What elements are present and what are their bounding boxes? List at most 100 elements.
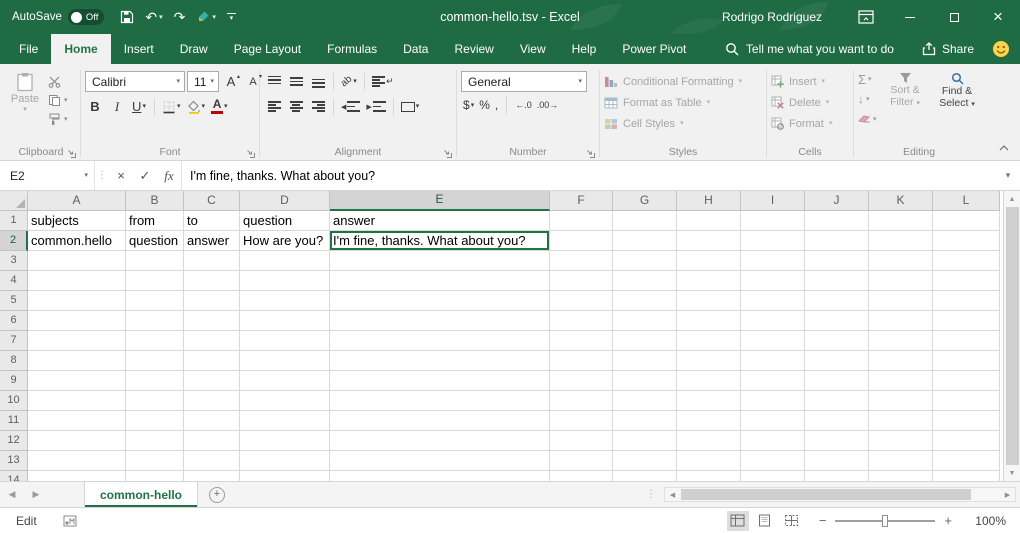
- number-dialog-launcher[interactable]: [586, 149, 595, 158]
- column-header-H[interactable]: H: [677, 191, 741, 211]
- tell-me-box[interactable]: Tell me what you want to do: [725, 42, 894, 56]
- paste-button[interactable]: Paste ▾: [6, 68, 44, 145]
- cell-L7[interactable]: [933, 331, 1000, 351]
- cell-D10[interactable]: [240, 391, 330, 411]
- cell-G14[interactable]: [613, 471, 677, 481]
- align-right-button[interactable]: [308, 96, 328, 117]
- save-button[interactable]: [120, 10, 134, 24]
- find-select-button[interactable]: Find & Select ▾: [934, 71, 981, 145]
- cell-J4[interactable]: [805, 271, 869, 291]
- cell-D12[interactable]: [240, 431, 330, 451]
- cell-C9[interactable]: [184, 371, 240, 391]
- cell-E10[interactable]: [330, 391, 550, 411]
- cell-G1[interactable]: [613, 211, 677, 231]
- cell-H2[interactable]: [677, 231, 741, 251]
- customize-qat-button[interactable]: ▾: [227, 13, 236, 22]
- name-box[interactable]: E2 ▾: [0, 161, 94, 190]
- cell-L4[interactable]: [933, 271, 1000, 291]
- cell-B13[interactable]: [126, 451, 184, 471]
- copy-dropdown-icon[interactable]: ▾: [64, 97, 68, 104]
- cell-A6[interactable]: [28, 311, 126, 331]
- tab-file[interactable]: File: [6, 34, 51, 64]
- cell-K10[interactable]: [869, 391, 933, 411]
- cell-L3[interactable]: [933, 251, 1000, 271]
- cell-B14[interactable]: [126, 471, 184, 481]
- currency-dropdown-icon[interactable]: ▾: [471, 102, 475, 109]
- tab-data[interactable]: Data: [390, 34, 441, 64]
- cell-I10[interactable]: [741, 391, 805, 411]
- cell-I8[interactable]: [741, 351, 805, 371]
- zoom-level[interactable]: 100%: [968, 514, 1006, 528]
- column-header-D[interactable]: D: [240, 191, 330, 211]
- bold-button[interactable]: B: [85, 96, 105, 117]
- autosave-pill[interactable]: Off: [68, 9, 105, 25]
- find-select-dropdown-icon[interactable]: ▾: [971, 101, 975, 108]
- cell-C1[interactable]: to: [184, 211, 240, 231]
- row-header-8[interactable]: 8: [0, 351, 28, 371]
- cell-I13[interactable]: [741, 451, 805, 471]
- sort-filter-dropdown-icon[interactable]: ▾: [916, 100, 920, 107]
- cell-B1[interactable]: from: [126, 211, 184, 231]
- cell-F7[interactable]: [550, 331, 613, 351]
- cell-E12[interactable]: [330, 431, 550, 451]
- cell-I5[interactable]: [741, 291, 805, 311]
- undo-dropdown-icon[interactable]: ▾: [159, 14, 163, 21]
- fill-color-button[interactable]: ▾: [185, 96, 208, 117]
- cell-H1[interactable]: [677, 211, 741, 231]
- grow-font-button[interactable]: A▴: [221, 71, 241, 92]
- number-format-combo[interactable]: General ▾: [461, 71, 587, 92]
- increase-indent-button[interactable]: ▶: [364, 96, 387, 117]
- cell-J9[interactable]: [805, 371, 869, 391]
- cell-I9[interactable]: [741, 371, 805, 391]
- normal-view-button[interactable]: [727, 511, 749, 531]
- cell-G2[interactable]: [613, 231, 677, 251]
- cell-E13[interactable]: [330, 451, 550, 471]
- cell-I6[interactable]: [741, 311, 805, 331]
- number-format-dropdown-icon[interactable]: ▾: [578, 78, 582, 85]
- row-header-7[interactable]: 7: [0, 331, 28, 351]
- cell-E9[interactable]: [330, 371, 550, 391]
- cell-H8[interactable]: [677, 351, 741, 371]
- cell-I7[interactable]: [741, 331, 805, 351]
- underline-dropdown-icon[interactable]: ▾: [142, 103, 146, 110]
- cell-E1[interactable]: answer: [330, 211, 550, 231]
- cell-C3[interactable]: [184, 251, 240, 271]
- cell-H7[interactable]: [677, 331, 741, 351]
- cell-E8[interactable]: [330, 351, 550, 371]
- column-header-A[interactable]: A: [28, 191, 126, 211]
- next-sheet-icon[interactable]: ▶: [24, 482, 48, 507]
- conditional-formatting-dropdown-icon[interactable]: ▾: [739, 78, 743, 85]
- wrap-text-button[interactable]: ↵: [370, 71, 396, 92]
- cell-A11[interactable]: [28, 411, 126, 431]
- cell-L6[interactable]: [933, 311, 1000, 331]
- formula-bar-expand-icon[interactable]: ▾: [996, 161, 1020, 190]
- row-header-11[interactable]: 11: [0, 411, 28, 431]
- column-header-E[interactable]: E: [330, 191, 550, 211]
- shrink-font-button[interactable]: A▾: [243, 71, 263, 92]
- scroll-right-icon[interactable]: ▶: [1000, 491, 1015, 499]
- cell-H10[interactable]: [677, 391, 741, 411]
- cancel-button[interactable]: ×: [109, 161, 133, 190]
- formula-bar-splitter[interactable]: ⋮: [95, 161, 109, 190]
- cell-G13[interactable]: [613, 451, 677, 471]
- cell-F10[interactable]: [550, 391, 613, 411]
- delete-cells-button[interactable]: Delete ▾: [771, 93, 849, 112]
- cell-L13[interactable]: [933, 451, 1000, 471]
- row-header-13[interactable]: 13: [0, 451, 28, 471]
- column-header-I[interactable]: I: [741, 191, 805, 211]
- cell-H3[interactable]: [677, 251, 741, 271]
- autosave-toggle[interactable]: AutoSave Off: [12, 9, 104, 25]
- column-header-K[interactable]: K: [869, 191, 933, 211]
- cell-K14[interactable]: [869, 471, 933, 481]
- cell-B8[interactable]: [126, 351, 184, 371]
- cell-L1[interactable]: [933, 211, 1000, 231]
- cell-G10[interactable]: [613, 391, 677, 411]
- font-dialog-launcher[interactable]: [246, 149, 255, 158]
- scroll-left-icon[interactable]: ◀: [665, 491, 680, 499]
- zoom-slider[interactable]: [835, 520, 935, 522]
- cell-C12[interactable]: [184, 431, 240, 451]
- cell-J13[interactable]: [805, 451, 869, 471]
- horizontal-splitter[interactable]: ⋮: [641, 489, 661, 500]
- decrease-indent-button[interactable]: ◀: [339, 96, 362, 117]
- increase-decimal-button[interactable]: ←.0: [515, 100, 532, 110]
